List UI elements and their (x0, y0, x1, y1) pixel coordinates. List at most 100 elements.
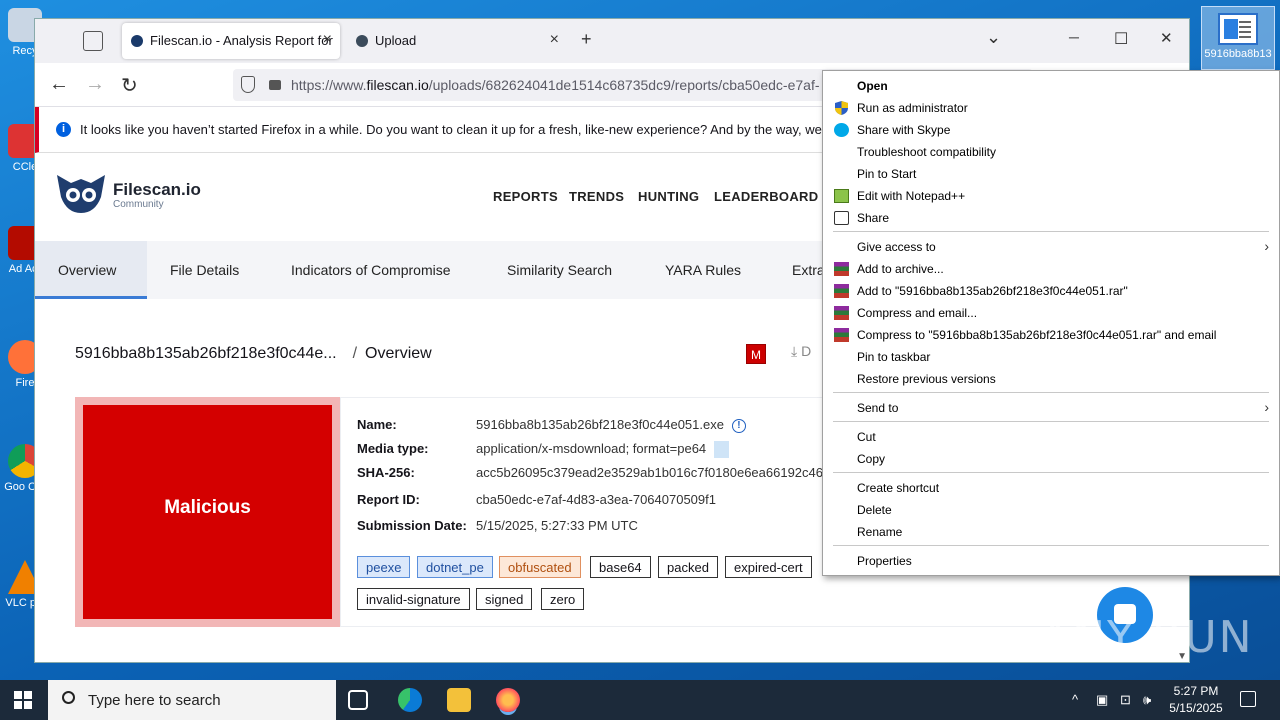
firefox-view-icon[interactable] (83, 31, 103, 51)
menu-item-restore-previous-versions[interactable]: Restore previous versions (823, 368, 1279, 390)
desktop-icon-label: Fire (15, 377, 35, 389)
site-logo-name[interactable]: Filescan.io (113, 180, 201, 200)
desktop-file-label: 5916bba8b13 (1204, 48, 1272, 60)
menu-item-open[interactable]: Open (823, 75, 1279, 97)
tag-signed[interactable]: signed (476, 588, 533, 610)
tag-packed[interactable]: packed (658, 556, 718, 578)
nav-leaderboard[interactable]: LEADERBOARD (714, 189, 818, 204)
wifi-icon[interactable]: ⊡ (1120, 692, 1131, 708)
executable-file-icon (1218, 13, 1258, 45)
tab-filescan-report[interactable]: Filescan.io - Analysis Report for × (122, 23, 340, 59)
share-icon (834, 211, 849, 225)
tag-expired-cert[interactable]: expired-cert (725, 556, 812, 578)
show-hidden-icons-chevron[interactable]: ^ (1072, 692, 1078, 707)
verdict-label: Malicious (83, 405, 332, 619)
url-text[interactable]: https://www.filescan.io/uploads/68262404… (291, 77, 820, 93)
desktop-file-selected[interactable]: 5916bba8b13 (1201, 6, 1275, 70)
menu-item-compress-and-email[interactable]: Compress and email... (823, 302, 1279, 324)
task-view-icon[interactable] (348, 690, 368, 710)
tab-extra[interactable]: Extra (792, 241, 825, 299)
site-logo-subtitle: Community (113, 199, 164, 210)
menu-item-send-to[interactable]: Send to › (823, 397, 1279, 419)
nav-hunting[interactable]: HUNTING (638, 189, 699, 204)
menu-item-troubleshoot-compatibility[interactable]: Troubleshoot compatibility (823, 141, 1279, 163)
menu-item-create-shortcut[interactable]: Create shortcut (823, 477, 1279, 499)
breadcrumb-page: Overview (365, 345, 432, 362)
menu-item-rename[interactable]: Rename (823, 521, 1279, 543)
malicious-badge[interactable]: M (746, 344, 766, 364)
menu-item-delete[interactable]: Delete (823, 499, 1279, 521)
detail-label-report-id: Report ID: (357, 492, 420, 507)
menu-item-properties[interactable]: Properties (823, 550, 1279, 572)
notification-message: It looks like you haven’t started Firefo… (80, 122, 892, 137)
nav-trends[interactable]: TRENDS (569, 189, 624, 204)
new-tab-button[interactable]: + (581, 29, 592, 50)
filescan-owl-logo-icon[interactable] (55, 171, 107, 215)
tag-invalid-signature[interactable]: invalid-signature (357, 588, 470, 610)
menu-separator (833, 472, 1269, 473)
nav-reports[interactable]: REPORTS (493, 189, 558, 204)
taskbar-search[interactable]: Type here to search (48, 680, 336, 720)
tag-base64[interactable]: base64 (590, 556, 651, 578)
menu-separator (833, 392, 1269, 393)
menu-item-compress-to-rar-and-email[interactable]: Compress to "5916bba8b135ab26bf218e3f0c4… (823, 324, 1279, 346)
tab-similarity-search[interactable]: Similarity Search (507, 241, 612, 299)
upload-favicon-icon (356, 35, 368, 47)
volume-icon[interactable]: 🕪 (1143, 692, 1151, 708)
menu-item-add-to-rar[interactable]: Add to "5916bba8b135ab26bf218e3f0c44e051… (823, 280, 1279, 302)
detail-value-name: 5916bba8b135ab26bf218e3f0c44e051.exe! (476, 417, 746, 433)
lock-icon[interactable] (269, 80, 281, 90)
detail-label-sha256: SHA-256: (357, 465, 415, 480)
taskbar: Type here to search ^ ▣ ⊡ 🕪 5:27 PM 5/15… (0, 680, 1280, 720)
menu-item-give-access-to[interactable]: Give access to › (823, 236, 1279, 258)
edge-icon[interactable] (398, 688, 422, 712)
menu-item-pin-to-start[interactable]: Pin to Start (823, 163, 1279, 185)
tab-upload[interactable]: Upload × (347, 23, 567, 59)
notification-center-icon[interactable] (1240, 691, 1256, 707)
back-button[interactable]: ← (49, 73, 69, 96)
list-all-tabs-chevron-icon[interactable]: ⌄ (986, 27, 1001, 48)
tag-peexe[interactable]: peexe (357, 556, 411, 578)
tab-title: Filescan.io - Analysis Report for (150, 33, 333, 48)
breadcrumb-file: 5916bba8b135ab26bf218e3f0c44e... (75, 345, 337, 362)
tab-yara-rules[interactable]: YARA Rules (665, 241, 741, 299)
menu-item-add-to-archive[interactable]: Add to archive... (823, 258, 1279, 280)
menu-item-share[interactable]: Share (823, 207, 1279, 229)
detail-value-submission-date: 5/15/2025, 5:27:33 PM UTC (476, 518, 638, 533)
tracking-protection-shield-icon[interactable] (241, 76, 255, 93)
firefox-taskbar-icon[interactable] (496, 688, 520, 712)
system-clock[interactable]: 5:27 PM 5/15/2025 (1164, 683, 1228, 717)
breadcrumb: 5916bba8b135ab26bf218e3f0c44e... / Overvie… (75, 345, 432, 363)
menu-item-edit-with-notepad-plus-plus[interactable]: Edit with Notepad++ (823, 185, 1279, 207)
anyrun-watermark: ANY RUN (1040, 612, 1254, 663)
file-explorer-icon[interactable] (447, 688, 471, 712)
search-placeholder: Type here to search (88, 692, 221, 709)
menu-item-run-as-administrator[interactable]: Run as administrator (823, 97, 1279, 119)
menu-separator (833, 545, 1269, 546)
file-icon (714, 441, 730, 459)
reload-button[interactable]: ↻ (121, 73, 138, 98)
network-icon[interactable]: ▣ (1096, 692, 1108, 708)
start-button[interactable] (14, 691, 32, 709)
close-window-button[interactable]: ✕ (1160, 29, 1173, 47)
tab-close-icon[interactable]: × (323, 31, 332, 49)
minimize-button[interactable]: ─ (1069, 29, 1079, 45)
menu-item-share-with-skype[interactable]: Share with Skype (823, 119, 1279, 141)
tab-file-details[interactable]: File Details (170, 241, 239, 299)
tag-dotnet-pe[interactable]: dotnet_pe (417, 556, 493, 578)
tab-overview[interactable]: Overview (35, 241, 147, 299)
menu-item-pin-to-taskbar[interactable]: Pin to taskbar (823, 346, 1279, 368)
info-circle-icon[interactable]: ! (731, 418, 746, 433)
info-icon: i (56, 122, 71, 137)
tag-obfuscated[interactable]: obfuscated (499, 556, 581, 578)
menu-item-copy[interactable]: Copy (823, 448, 1279, 470)
maximize-button[interactable]: ☐ (1114, 29, 1128, 49)
tab-indicators-of-compromise[interactable]: Indicators of Compromise (291, 241, 451, 299)
tag-zero[interactable]: zero (541, 588, 585, 610)
tab-close-icon[interactable]: × (550, 31, 559, 49)
menu-item-cut[interactable]: Cut (823, 426, 1279, 448)
tab-bar: Filescan.io - Analysis Report for × Uplo… (35, 19, 1189, 63)
download-button[interactable]: ⤓ D (791, 343, 811, 360)
skype-icon (834, 123, 849, 137)
forward-button[interactable]: → (85, 73, 105, 96)
